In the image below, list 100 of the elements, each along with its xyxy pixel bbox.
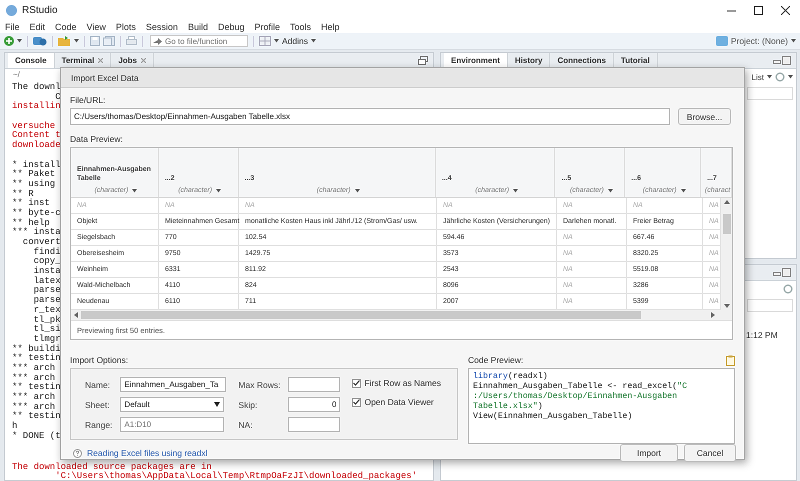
folder-icon[interactable] — [58, 36, 71, 46]
console-line: copy_ — [32, 257, 62, 266]
horizontal-scrollbar[interactable] — [71, 310, 732, 320]
go-to-file-field[interactable]: Go to file/function — [150, 35, 248, 47]
window-title: RStudio — [22, 4, 58, 16]
vertical-scrollbar[interactable] — [721, 198, 732, 310]
field-label: File/URL: — [70, 94, 106, 106]
caret-icon — [791, 39, 796, 43]
modified-time: 1:12 PM — [746, 330, 778, 340]
menu-item[interactable]: Build — [188, 22, 208, 32]
view-mode-menu[interactable]: List — [752, 72, 764, 82]
console-line: h — [12, 422, 18, 432]
console-line: versuche — [12, 122, 56, 131]
console-line: ** testin — [12, 383, 62, 392]
scroll-right-icon[interactable] — [711, 312, 715, 318]
console-line: *** arch — [12, 402, 56, 412]
console-line: tl_si — [32, 325, 62, 334]
console-line: findi — [32, 248, 62, 258]
minimize-maximize-icon[interactable] — [773, 268, 791, 277]
menu-item[interactable]: Tools — [290, 22, 312, 32]
console-line: parse — [32, 296, 62, 306]
arrow-icon — [153, 38, 162, 44]
addins-menu[interactable]: Addins — [282, 36, 308, 46]
checkbox[interactable] — [352, 398, 362, 406]
pane-tab[interactable]: Terminal — [54, 53, 112, 68]
scrollbar-thumb[interactable] — [81, 311, 641, 319]
caret-icon — [608, 188, 613, 192]
close-icon[interactable] — [781, 6, 790, 14]
console-line: *** arch — [12, 374, 56, 383]
grid-icon[interactable] — [259, 36, 271, 46]
scroll-down-icon[interactable] — [724, 304, 730, 308]
search-field[interactable] — [747, 86, 793, 100]
section-label: Import Options: — [70, 354, 130, 366]
scrollbar-thumb[interactable] — [722, 214, 730, 234]
caret-icon — [74, 39, 79, 43]
refresh-icon[interactable] — [783, 284, 793, 294]
file-url-field[interactable]: C:/Users/thomas/Desktop/Einnahmen-Ausgaben Tabelle.xlsx — [70, 108, 670, 125]
caret-icon — [17, 39, 22, 43]
console-line: ** testin — [12, 412, 62, 422]
menu-item[interactable]: Code — [55, 22, 77, 32]
pane-tab[interactable]: Environment — [444, 53, 508, 68]
project-menu[interactable]: Project: (None) — [730, 36, 788, 46]
print-icon[interactable] — [126, 36, 137, 46]
menu-item[interactable]: File — [5, 22, 20, 32]
console-line: r_tex — [32, 306, 62, 316]
help-link[interactable]: Reading Excel files using readxl — [87, 448, 208, 458]
code-preview: library(readxl) Einnahmen_Ausgaben_Tabelle <- read_excel("C :/Users/thomas/Desktop/Einnahmen-Ausgaben Tabelle.xlsx") View(Einnahmen_Ausgaben_Tabelle) — [468, 368, 735, 444]
checkbox-label: Open Data Viewer — [364, 397, 434, 407]
section-label: Data Preview: — [70, 133, 124, 145]
save-all-icon[interactable] — [103, 36, 115, 46]
console-line: * DONE (t — [12, 432, 62, 442]
menu-item[interactable]: Session — [146, 22, 178, 32]
scroll-up-icon[interactable] — [724, 200, 730, 204]
clipboard-icon[interactable] — [726, 355, 735, 366]
console-line: C — [55, 92, 62, 102]
caret-icon — [354, 188, 360, 192]
caret-icon — [767, 75, 772, 79]
skip-field[interactable]: 0 — [288, 397, 340, 412]
dialog-title: Import Excel Data — [71, 72, 139, 82]
import-button[interactable]: Import — [620, 444, 678, 462]
menu-item[interactable]: View — [86, 22, 106, 32]
console-line: The downl — [12, 83, 62, 93]
browse-button[interactable]: Browse... — [678, 108, 731, 125]
menu-item[interactable]: Plots — [116, 22, 136, 32]
console-line: *** arch — [12, 393, 56, 402]
menu-item[interactable]: Profile — [254, 22, 280, 32]
caret-icon — [513, 188, 518, 192]
cancel-button[interactable]: Cancel — [684, 444, 736, 462]
plus-icon[interactable] — [4, 36, 14, 46]
max-rows-field[interactable] — [288, 377, 340, 392]
field-label: Sheet: — [85, 400, 111, 410]
menu-item[interactable]: Debug — [218, 22, 244, 32]
console-line: insta — [32, 267, 62, 276]
console-line: ** buildi — [12, 344, 62, 354]
name-field[interactable]: Einnahmen_Ausgaben_Ta — [120, 377, 226, 392]
checkbox[interactable] — [352, 378, 362, 388]
na-field[interactable] — [288, 417, 340, 432]
menu-item[interactable]: Help — [321, 22, 340, 32]
caret-icon — [680, 188, 686, 192]
range-field[interactable]: A1:D10 — [120, 417, 224, 432]
sheet-select[interactable]: Default — [120, 397, 224, 412]
field-label: Range: — [85, 420, 112, 430]
popout-icon[interactable] — [418, 56, 428, 65]
console-line: convert — [22, 238, 62, 248]
path-field[interactable] — [747, 298, 793, 312]
maximize-icon[interactable] — [754, 6, 763, 14]
caret-icon — [216, 188, 222, 192]
pane-tab[interactable]: Console — [8, 53, 55, 68]
console-line: tl_pk — [32, 316, 62, 324]
working-directory: ~/ — [13, 71, 20, 79]
refresh-icon[interactable] — [775, 72, 785, 82]
scroll-left-icon[interactable] — [74, 312, 78, 318]
menu-item[interactable]: Edit — [30, 22, 46, 32]
minimize-maximize-icon[interactable] — [773, 56, 791, 65]
dropdown-arrow-icon — [214, 402, 220, 407]
field-label: Skip: — [238, 400, 258, 410]
console-line: parse — [32, 286, 62, 296]
checkbox-label: First Row as Names — [364, 378, 441, 388]
save-icon[interactable] — [90, 36, 100, 46]
console-line: ** Paket — [12, 170, 56, 180]
